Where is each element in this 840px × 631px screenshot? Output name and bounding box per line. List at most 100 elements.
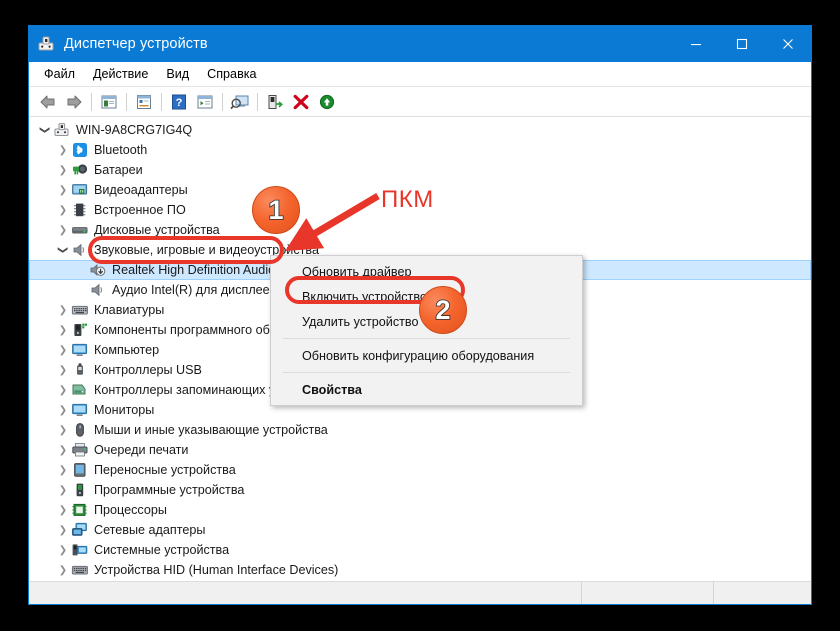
step-badge-2-label: 2 (435, 294, 452, 325)
tree-item-print-queues[interactable]: ❯ Очереди печати (29, 440, 811, 460)
tree-item-security-devices[interactable]: ❯ Устройства безопасности (29, 580, 811, 581)
keyboard-icon (71, 302, 89, 318)
status-bar-segment-b (713, 582, 811, 604)
tree-root-node[interactable]: ❯ WIN-9A8CRG7IG4Q (29, 120, 811, 140)
show-hide-console-tree-icon[interactable] (96, 90, 122, 114)
computer-node-icon (53, 122, 71, 138)
chevron-right-icon[interactable]: ❯ (55, 320, 71, 340)
tree-item-bluetooth[interactable]: ❯ Bluetooth (29, 140, 811, 160)
chevron-down-icon[interactable]: ❯ (35, 122, 55, 138)
chevron-right-icon[interactable]: ❯ (55, 420, 71, 440)
tree-item-mice[interactable]: ❯ Мыши и иные указывающие устройства (29, 420, 811, 440)
system-device-icon (71, 542, 89, 558)
svg-text:?: ? (176, 97, 183, 109)
tree-item-label: Компьютер (94, 343, 160, 357)
chevron-right-icon[interactable]: ❯ (55, 360, 71, 380)
chevron-right-icon[interactable]: ❯ (55, 140, 71, 160)
firmware-icon (71, 202, 89, 218)
tree-item-disk-drives[interactable]: ❯ Дисковые устройства (29, 220, 811, 240)
properties-icon[interactable] (131, 90, 157, 114)
menu-bar: Файл Действие Вид Справка (29, 62, 811, 87)
chevron-right-icon[interactable]: ❯ (55, 180, 71, 200)
enable-device-icon[interactable] (314, 90, 340, 114)
chevron-right-icon[interactable]: ❯ (55, 440, 71, 460)
tree-item-label: Процессоры (94, 503, 167, 517)
context-menu-item-properties[interactable]: Свойства (271, 377, 582, 402)
tree-item-label: Видеоадаптеры (94, 183, 188, 197)
tree-item-system-devices[interactable]: ❯ Системные устройства (29, 540, 811, 560)
chevron-right-icon[interactable]: ❯ (55, 160, 71, 180)
status-bar-segment-a (581, 582, 713, 604)
tree-item-label: Устройства HID (Human Interface Devices) (94, 563, 339, 577)
tree-item-label: Сетевые адаптеры (94, 523, 206, 537)
window-controls (673, 26, 811, 62)
update-driver-icon[interactable] (262, 90, 288, 114)
window-title: Диспетчер устройств (64, 36, 208, 52)
chevron-down-icon[interactable]: ❯ (53, 242, 73, 258)
uninstall-device-icon[interactable] (288, 90, 314, 114)
menu-view[interactable]: Вид (157, 64, 198, 84)
menu-help[interactable]: Справка (198, 64, 265, 84)
context-menu-item-update-driver[interactable]: Обновить драйвер (271, 259, 582, 284)
chevron-right-icon[interactable]: ❯ (55, 200, 71, 220)
menu-file[interactable]: Файл (35, 64, 84, 84)
chevron-right-icon[interactable]: ❯ (55, 580, 71, 581)
toolbar: ? (29, 87, 811, 117)
device-manager-icon (37, 35, 55, 53)
minimize-button[interactable] (673, 26, 719, 62)
tree-item-batteries[interactable]: ❯ Батареи (29, 160, 811, 180)
print-queue-icon (71, 442, 89, 458)
tree-item-label: Мыши и иные указывающие устройства (94, 423, 328, 437)
toolbar-separator (257, 92, 258, 111)
menu-action[interactable]: Действие (84, 64, 157, 84)
chevron-right-icon[interactable]: ❯ (55, 340, 71, 360)
chevron-right-icon[interactable]: ❯ (55, 220, 71, 240)
toolbar-separator (91, 92, 92, 111)
chevron-right-icon[interactable]: ❯ (55, 460, 71, 480)
maximize-button[interactable] (719, 26, 765, 62)
help-icon[interactable]: ? (166, 90, 192, 114)
tree-item-label: Системные устройства (94, 543, 230, 557)
title-bar: Диспетчер устройств (29, 26, 811, 62)
context-menu[interactable]: Обновить драйвер Включить устройство Уда… (270, 255, 583, 406)
tree-item-label: Переносные устройства (94, 463, 236, 477)
screenshot-root: Диспетчер устройств Файл Действие Вид Сп… (0, 0, 840, 631)
chevron-right-icon[interactable]: ❯ (55, 300, 71, 320)
status-bar (29, 581, 811, 604)
chevron-right-icon[interactable]: ❯ (55, 540, 71, 560)
context-menu-item-scan-hardware-changes[interactable]: Обновить конфигурацию оборудования (271, 343, 582, 368)
tree-item-label: Встроенное ПО (94, 203, 186, 217)
software-component-icon (71, 322, 89, 338)
mouse-icon (71, 422, 89, 438)
storage-controller-icon (71, 382, 89, 398)
toolbar-separator (222, 92, 223, 111)
tree-item-processors[interactable]: ❯ Процессоры (29, 500, 811, 520)
tree-item-label: Программные устройства (94, 483, 245, 497)
chevron-right-icon[interactable]: ❯ (55, 560, 71, 580)
show-hide-action-pane-icon[interactable] (192, 90, 218, 114)
forward-icon[interactable] (61, 90, 87, 114)
chevron-right-icon[interactable]: ❯ (55, 480, 71, 500)
display-adapter-icon (71, 182, 89, 198)
scan-for-hardware-changes-icon[interactable] (227, 90, 253, 114)
chevron-right-icon[interactable]: ❯ (55, 400, 71, 420)
chevron-right-icon[interactable]: ❯ (55, 520, 71, 540)
status-bar-main (29, 582, 581, 604)
monitor-icon (71, 402, 89, 418)
portable-device-icon (71, 462, 89, 478)
disabled-audio-device-icon (89, 262, 107, 278)
tree-item-network-adapters[interactable]: ❯ Сетевые адаптеры (29, 520, 811, 540)
tree-item-hid-devices[interactable]: ❯ Устройства HID (Human Interface Device… (29, 560, 811, 580)
chevron-right-icon[interactable]: ❯ (55, 380, 71, 400)
back-icon[interactable] (35, 90, 61, 114)
close-button[interactable] (765, 26, 811, 62)
computer-icon (71, 342, 89, 358)
tree-item-portable-devices[interactable]: ❯ Переносные устройства (29, 460, 811, 480)
battery-icon (71, 162, 89, 178)
tree-item-label: Bluetooth (94, 143, 148, 157)
network-adapter-icon (71, 522, 89, 538)
chevron-right-icon[interactable]: ❯ (55, 500, 71, 520)
tree-item-label: Контроллеры USB (94, 363, 202, 377)
tree-item-software-devices[interactable]: ❯ Программные устройства (29, 480, 811, 500)
tree-root-label: WIN-9A8CRG7IG4Q (76, 123, 193, 137)
